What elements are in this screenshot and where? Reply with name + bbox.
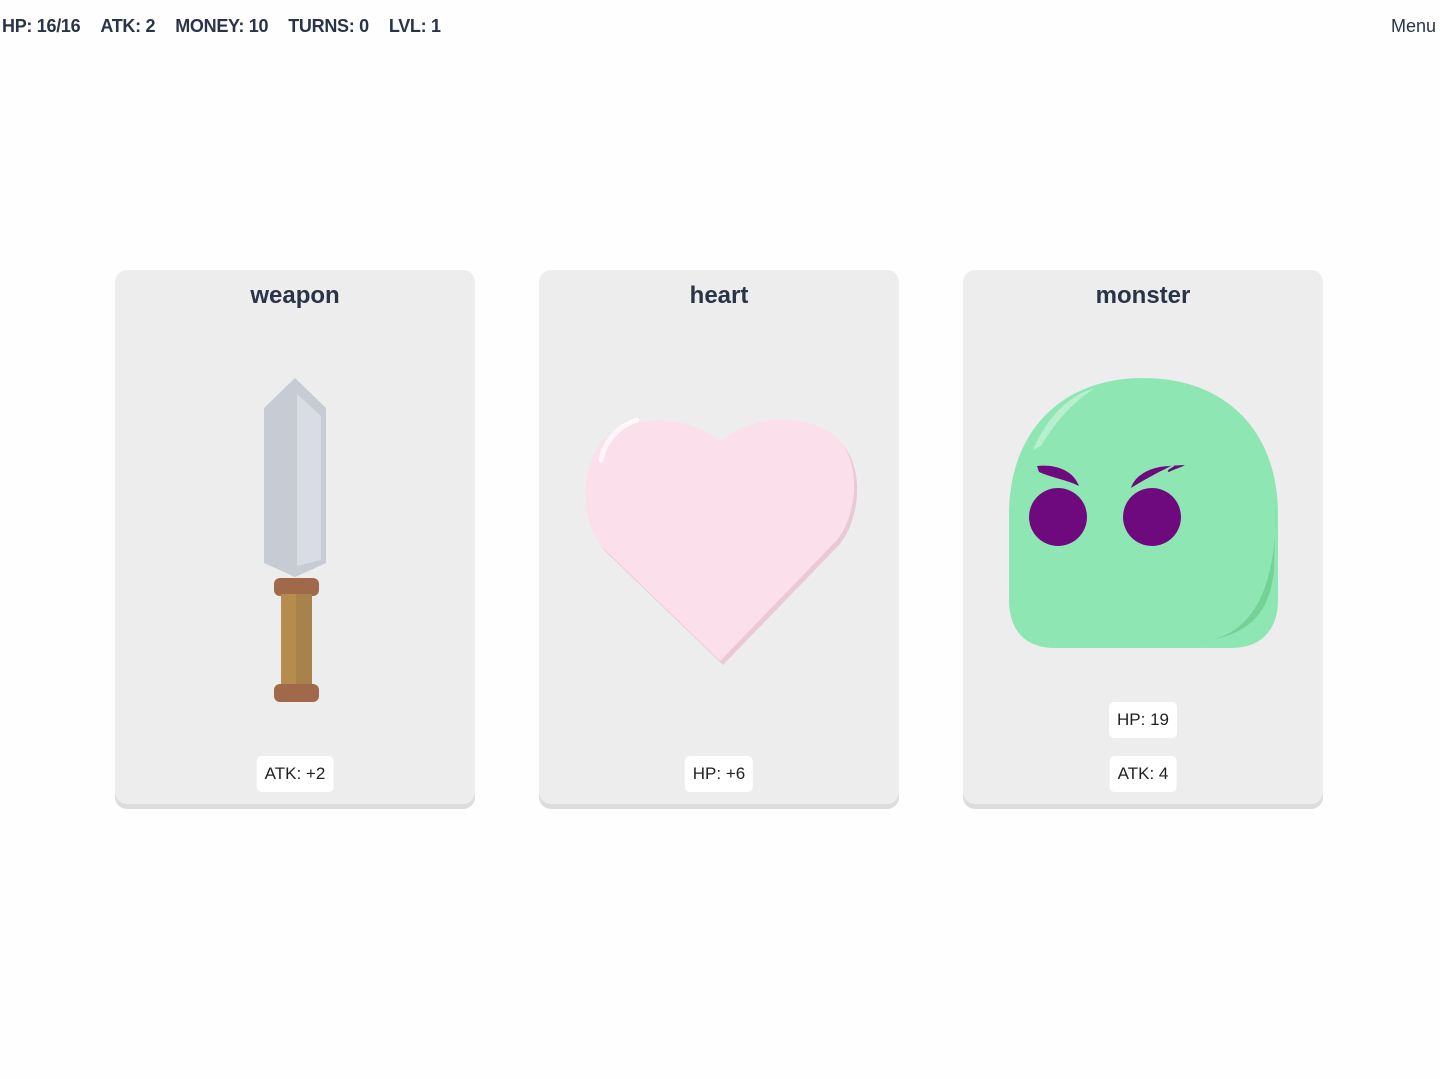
stat-badge: HP: +6	[684, 756, 754, 792]
dagger-icon	[264, 378, 326, 702]
heart-icon	[585, 417, 858, 665]
top-bar: HP: 16/16 ATK: 2 MONEY: 10 TURNS: 0 LVL:…	[0, 0, 1440, 56]
monster-card[interactable]: monster HP: 19 ATK: 4	[963, 270, 1323, 804]
atk-stat: ATK: 2	[100, 16, 156, 36]
menu-button[interactable]: Menu	[1391, 16, 1436, 37]
stat-badge: ATK: 4	[1109, 756, 1177, 792]
level-stat: LVL: 1	[388, 16, 441, 36]
stat-badge: HP: 19	[1109, 702, 1177, 738]
money-stat: MONEY: 10	[175, 16, 269, 36]
stat-badge: ATK: +2	[256, 756, 334, 792]
turns-stat: TURNS: 0	[288, 16, 369, 36]
weapon-card[interactable]: weapon ATK: +2	[115, 270, 475, 804]
hp-stat: HP: 16/16	[2, 16, 81, 36]
player-stats: HP: 16/16 ATK: 2 MONEY: 10 TURNS: 0 LVL:…	[2, 16, 441, 37]
heart-card[interactable]: heart HP: +6	[539, 270, 899, 804]
